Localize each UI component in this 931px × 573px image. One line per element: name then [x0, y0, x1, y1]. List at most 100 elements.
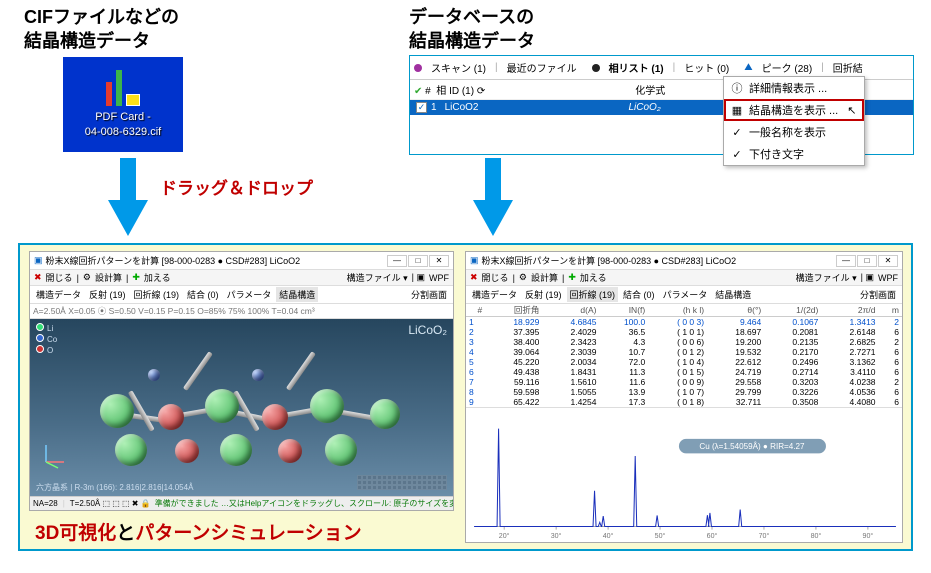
btn-calc[interactable]: 設計算 — [94, 271, 123, 284]
menu-subscript-label: 下付き文字 — [749, 146, 804, 162]
separator: | — [821, 62, 824, 73]
app-icon: ▣ — [470, 255, 479, 266]
periodic-table-mini — [357, 475, 447, 490]
info-icon: ⓘ — [730, 81, 744, 95]
col-phaseid: 相 ID (1) — [436, 86, 474, 97]
title-pattern: 粉末X線回折パターンを計算 [98-000-0283 ● CSD#283] Li… — [482, 254, 737, 267]
svg-text:Cu (λ=1.54059Å) ● RIR=4.27: Cu (λ=1.54059Å) ● RIR=4.27 — [699, 441, 805, 451]
btn-open[interactable]: 開じる — [45, 271, 74, 284]
caption-sim: パターンシミュレーション — [135, 523, 361, 544]
subtabs-pattern[interactable]: 構造データ 反射 (19) 回折線 (19) 結合 (0) パラメータ 結晶構造… — [466, 286, 902, 304]
separator: | — [673, 62, 676, 73]
3d-viewport[interactable]: LiCoO₂ Li Co O 六方晶系 | — [30, 319, 453, 496]
redx-icon[interactable]: ✖ — [469, 272, 479, 283]
cif-filename-1: PDF Card - — [95, 110, 151, 124]
btn-split[interactable]: 分割画面 — [857, 287, 899, 302]
statusbar-3d: NA=28 | T=2.50Å ⬚ ⬚ ⬚ ✖ 🔒 準備ができました …又はHe… — [30, 496, 453, 510]
phase-name: LiCoO2 — [445, 102, 479, 113]
btn-split[interactable]: 分割画面 — [408, 287, 450, 302]
legend-co: Co — [47, 335, 57, 344]
tab-scan[interactable]: スキャン (1) — [428, 58, 489, 77]
menu-detail[interactable]: ⓘ詳細情報表示 ... — [724, 77, 864, 99]
dropdown-structfile[interactable]: 構造ファイル ▾ — [346, 271, 409, 284]
toolbar-3d[interactable]: ✖ 開じる |⚙ 設計算 |✚ 加える 構造ファイル ▾ | ▣WPF — [30, 270, 453, 286]
tab-param[interactable]: パラメータ — [224, 287, 275, 302]
svg-text:70°: 70° — [759, 532, 770, 540]
phase-idx: 1 — [431, 102, 437, 113]
btn-add[interactable]: 加える — [579, 271, 608, 284]
tab-recent[interactable]: 最近のファイル — [504, 58, 580, 77]
svg-text:50°: 50° — [655, 532, 666, 540]
crystal-info: 六方晶系 | R-3m (166): 2.816|2.816|14.054Å — [36, 482, 193, 493]
cif-file-icon[interactable]: PDF Card - 04-008-6329.cif — [63, 57, 183, 152]
gear-icon[interactable]: ⚙ — [82, 272, 92, 283]
db-dot-icon — [592, 64, 600, 72]
db-heading-1: データベースの — [409, 3, 534, 29]
maximize-button[interactable]: □ — [408, 255, 428, 267]
tab-hit[interactable]: ヒット (0) — [681, 58, 732, 77]
refresh-icon[interactable]: ⟳ — [477, 86, 485, 97]
cursor-icon: ↖ — [847, 104, 856, 117]
cif-heading-2: 結晶構造データ — [24, 27, 150, 53]
diffraction-plot[interactable]: 20°30°40°50°60°70°80°90°Cu (λ=1.54059Å) … — [466, 407, 902, 542]
menu-subscript[interactable]: ✓ 下付き文字 — [724, 143, 864, 165]
tab-refl[interactable]: 反射 (19) — [522, 287, 565, 302]
btn-open[interactable]: 開じる — [481, 271, 510, 284]
window-3d-viewer[interactable]: ▣ 粉末X線回折パターンを計算 [98-000-0283 ● CSD#283] … — [29, 251, 454, 511]
status-na: NA=28 — [33, 499, 58, 508]
arrow-right — [473, 158, 513, 236]
status-t: T=2.50Å — [70, 499, 100, 508]
minimize-button[interactable]: — — [387, 255, 407, 267]
maximize-button[interactable]: □ — [857, 255, 877, 267]
minimize-button[interactable]: — — [836, 255, 856, 267]
plus-icon[interactable]: ✚ — [131, 272, 141, 283]
tab-phaselist[interactable]: 相リスト (1) — [606, 58, 667, 77]
menu-show-name[interactable]: ✓一般名称を表示 — [724, 121, 864, 143]
params-3d: A=2.50Å X=0.05 ⦿ S=0.50 V=0.15 P=0.15 O=… — [30, 304, 453, 319]
titlebar-3d: ▣ 粉末X線回折パターンを計算 [98-000-0283 ● CSD#283] … — [30, 252, 453, 270]
tab-diff[interactable]: 回折結 — [830, 58, 866, 77]
toolbar-pattern[interactable]: ✖ 開じる |⚙ 設計算 |✚ 加える 構造ファイル ▾ | ▣WPF — [466, 270, 902, 286]
bottom-caption: 3D可視化とパターンシミュレーション — [35, 518, 362, 545]
btn-wpf[interactable]: WPF — [877, 273, 899, 283]
tab-diff[interactable]: 回折線 (19) — [131, 287, 183, 302]
status-msg: 準備ができました …又はHelpアイコンをドラッグし、スクロール: 原子のサイズ… — [155, 498, 453, 509]
context-menu[interactable]: ⓘ詳細情報表示 ... ▦結晶構造を表示 ...↖ ✓一般名称を表示 ✓ 下付き文… — [723, 76, 865, 166]
check-icon: ✓ — [730, 147, 744, 161]
cif-filename-2: 04-008-6329.cif — [85, 125, 161, 139]
tab-refl[interactable]: 反射 (19) — [86, 287, 129, 302]
btn-wpf[interactable]: WPF — [428, 273, 450, 283]
tab-struct[interactable]: 構造データ — [469, 287, 520, 302]
reflection-table[interactable]: #回折角d(A)IN(f)(h k l)θ(°)1/(2d)2π/dm 118.… — [466, 304, 902, 407]
window-pattern[interactable]: ▣ 粉末X線回折パターンを計算 [98-000-0283 ● CSD#283] … — [465, 251, 903, 543]
tab-crystal[interactable]: 結晶構造 — [712, 287, 754, 302]
db-heading-2: 結晶構造データ — [409, 27, 535, 53]
legend: Li Co O — [36, 323, 57, 357]
svg-text:40°: 40° — [603, 532, 614, 540]
tab-peak[interactable]: ピーク (28) — [759, 58, 816, 77]
menu-show-name-label: 一般名称を表示 — [749, 124, 826, 140]
tab-crystal[interactable]: 結晶構造 — [276, 287, 318, 302]
btn-add[interactable]: 加える — [143, 271, 172, 284]
tab-diff[interactable]: 回折線 (19) — [567, 287, 619, 302]
tab-param[interactable]: パラメータ — [660, 287, 711, 302]
redx-icon[interactable]: ✖ — [33, 272, 43, 283]
svg-text:30°: 30° — [551, 532, 562, 540]
dropdown-structfile[interactable]: 構造ファイル ▾ — [795, 271, 858, 284]
plus-icon[interactable]: ✚ — [567, 272, 577, 283]
phase-formula: LiCoO₂ — [628, 102, 660, 113]
tab-bond[interactable]: 結合 (0) — [184, 287, 222, 302]
gear-icon[interactable]: ⚙ — [518, 272, 528, 283]
close-button[interactable]: ✕ — [429, 255, 449, 267]
menu-show-structure[interactable]: ▦結晶構造を表示 ...↖ — [724, 99, 864, 121]
subtabs-3d[interactable]: 構造データ 反射 (19) 回折線 (19) 結合 (0) パラメータ 結晶構造… — [30, 286, 453, 304]
svg-text:20°: 20° — [499, 532, 510, 540]
phase-checkbox[interactable]: ✓ — [416, 102, 427, 113]
tab-bond[interactable]: 結合 (0) — [620, 287, 658, 302]
pdf-card-glyph — [106, 70, 140, 106]
axis-gizmo — [38, 440, 68, 472]
btn-calc[interactable]: 設計算 — [530, 271, 559, 284]
structure-icon: ▦ — [730, 103, 744, 117]
tab-struct[interactable]: 構造データ — [33, 287, 84, 302]
close-button[interactable]: ✕ — [878, 255, 898, 267]
